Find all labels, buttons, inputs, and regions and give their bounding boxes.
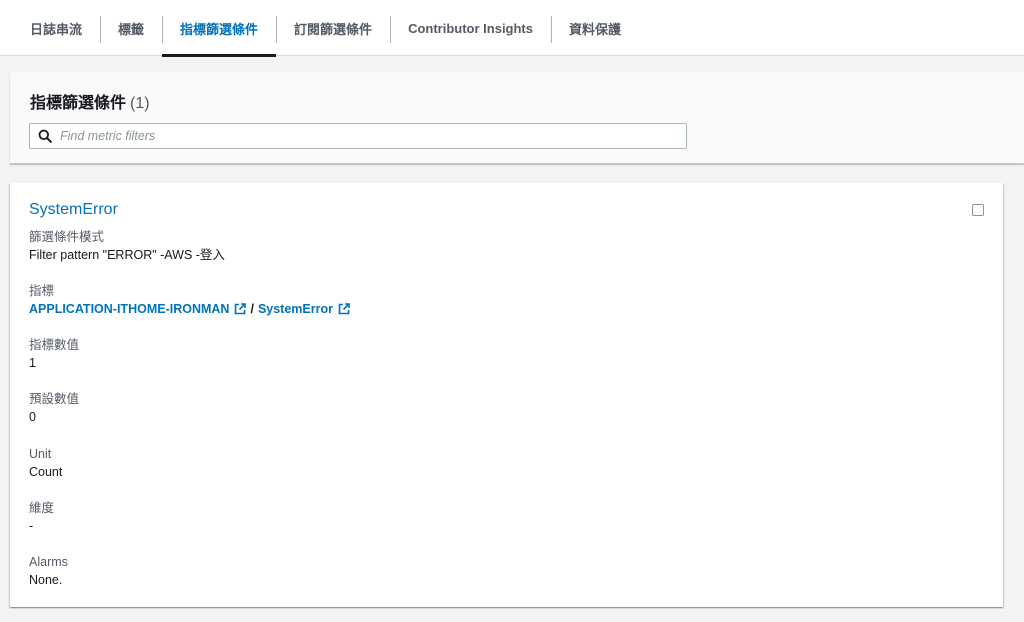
dimensions-label: 維度 — [29, 501, 55, 515]
tab-log-streams[interactable]: 日誌串流 — [12, 0, 100, 56]
unit-field: Unit Count — [29, 445, 62, 481]
search-icon — [38, 129, 52, 143]
metric-value-field: 指標數值 1 — [29, 336, 79, 372]
page-title-text: 指標篩選條件 — [30, 95, 127, 112]
metric-namespace-link[interactable]: APPLICATION-ITHOME-IRONMAN — [29, 302, 229, 316]
dimensions-field: 維度 - — [29, 499, 54, 535]
select-checkbox[interactable] — [972, 204, 984, 216]
tab-bar: 日誌串流 標籤 指標篩選條件 訂閱篩選條件 Contributor Insigh… — [0, 0, 1024, 57]
filter-pattern-field: 篩選條件模式 Filter pattern "ERROR" -AWS -登入 — [29, 228, 225, 264]
metric-value-label: 指標數值 — [29, 338, 80, 352]
unit-value: Count — [29, 465, 63, 479]
search-input[interactable] — [60, 125, 686, 147]
page-title: 指標篩選條件 (1) — [30, 89, 150, 113]
tab-contributor-insights[interactable]: Contributor Insights — [390, 0, 551, 56]
unit-label: Unit — [29, 447, 52, 461]
tab-data-protection[interactable]: 資料保護 — [551, 0, 639, 56]
metric-filter-name-link[interactable]: SystemError — [29, 201, 118, 219]
tab-subscription-filters[interactable]: 訂閱篩選條件 — [276, 0, 390, 56]
default-value: 0 — [29, 410, 36, 424]
filter-pattern-label: 篩選條件模式 — [29, 230, 105, 244]
default-value-label: 預設數值 — [29, 392, 80, 406]
default-value-field: 預設數值 0 — [29, 390, 79, 426]
dimensions-value: - — [29, 519, 34, 533]
metric-label: 指標 — [29, 284, 55, 298]
alarms-field: Alarms None. — [29, 553, 68, 589]
alarms-label: Alarms — [29, 555, 68, 569]
metric-separator: / — [250, 302, 254, 316]
external-link-icon[interactable] — [234, 303, 247, 315]
tab-metric-filters[interactable]: 指標篩選條件 — [162, 0, 277, 57]
metric-filters-header-panel: 指標篩選條件 (1) — [10, 72, 1024, 164]
metric-field: 指標 APPLICATION-ITHOME-IRONMAN / SystemEr… — [29, 282, 354, 318]
metric-value: 1 — [29, 356, 36, 370]
filter-count: (1) — [130, 95, 150, 112]
alarms-value: None. — [29, 573, 63, 587]
external-link-icon[interactable] — [338, 303, 350, 315]
tab-tags[interactable]: 標籤 — [100, 0, 162, 56]
metric-name-link[interactable]: SystemError — [258, 302, 333, 316]
search-box[interactable] — [29, 123, 687, 149]
filter-pattern-value: Filter pattern "ERROR" -AWS -登入 — [29, 248, 225, 262]
metric-filter-card: SystemError 篩選條件模式 Filter pattern "ERROR… — [10, 183, 1003, 607]
metric-links: APPLICATION-ITHOME-IRONMAN / SystemError — [29, 300, 354, 318]
